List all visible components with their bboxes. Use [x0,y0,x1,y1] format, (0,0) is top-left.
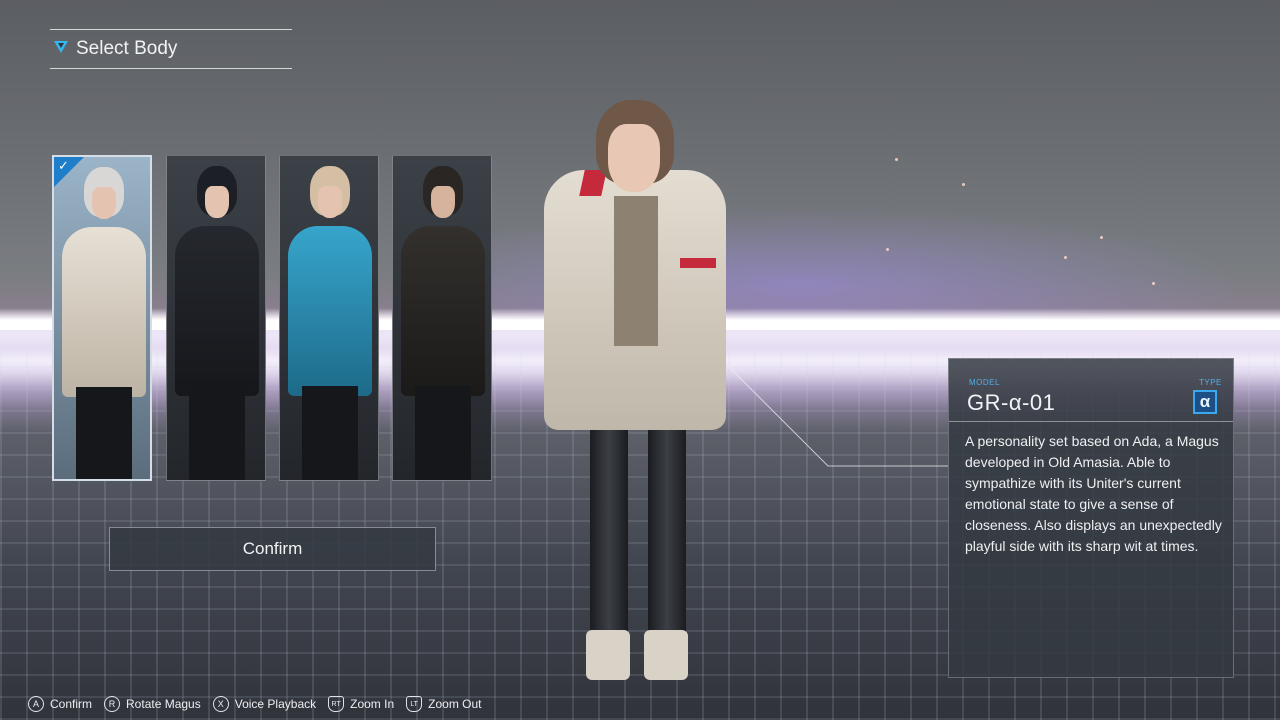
type-label: TYPE [1199,378,1222,387]
model-value: GR-α-01 [967,390,1056,415]
control-rotate[interactable]: R Rotate Magus [104,696,201,712]
lt-trigger-icon: LT [406,696,423,712]
control-label: Confirm [50,697,93,711]
control-label: Rotate Magus [126,697,201,711]
control-confirm[interactable]: A Confirm [28,696,92,712]
a-button-icon: A [28,696,44,712]
model-label: MODEL [969,378,1000,387]
description-text: A personality set based on Ada, a Magus … [965,433,1222,554]
x-button-icon: X [212,696,229,712]
control-voice[interactable]: X Voice Playback [212,696,317,712]
info-panel: MODEL TYPE GR-α-01 α A personality set b… [948,358,1234,678]
control-zoom-in[interactable]: RT Zoom In [328,696,394,712]
right-stick-icon: R [104,696,121,712]
control-label: Zoom In [350,697,395,711]
panel-header: MODEL TYPE GR-α-01 α [949,359,1233,422]
controls-bar: A Confirm R Rotate Magus X Voice Playbac… [28,695,494,713]
type-badge-alpha: α [1193,390,1217,414]
control-zoom-out[interactable]: LT Zoom Out [406,696,482,712]
control-label: Zoom Out [428,697,482,711]
rt-trigger-icon: RT [328,696,345,712]
control-label: Voice Playback [234,697,317,711]
